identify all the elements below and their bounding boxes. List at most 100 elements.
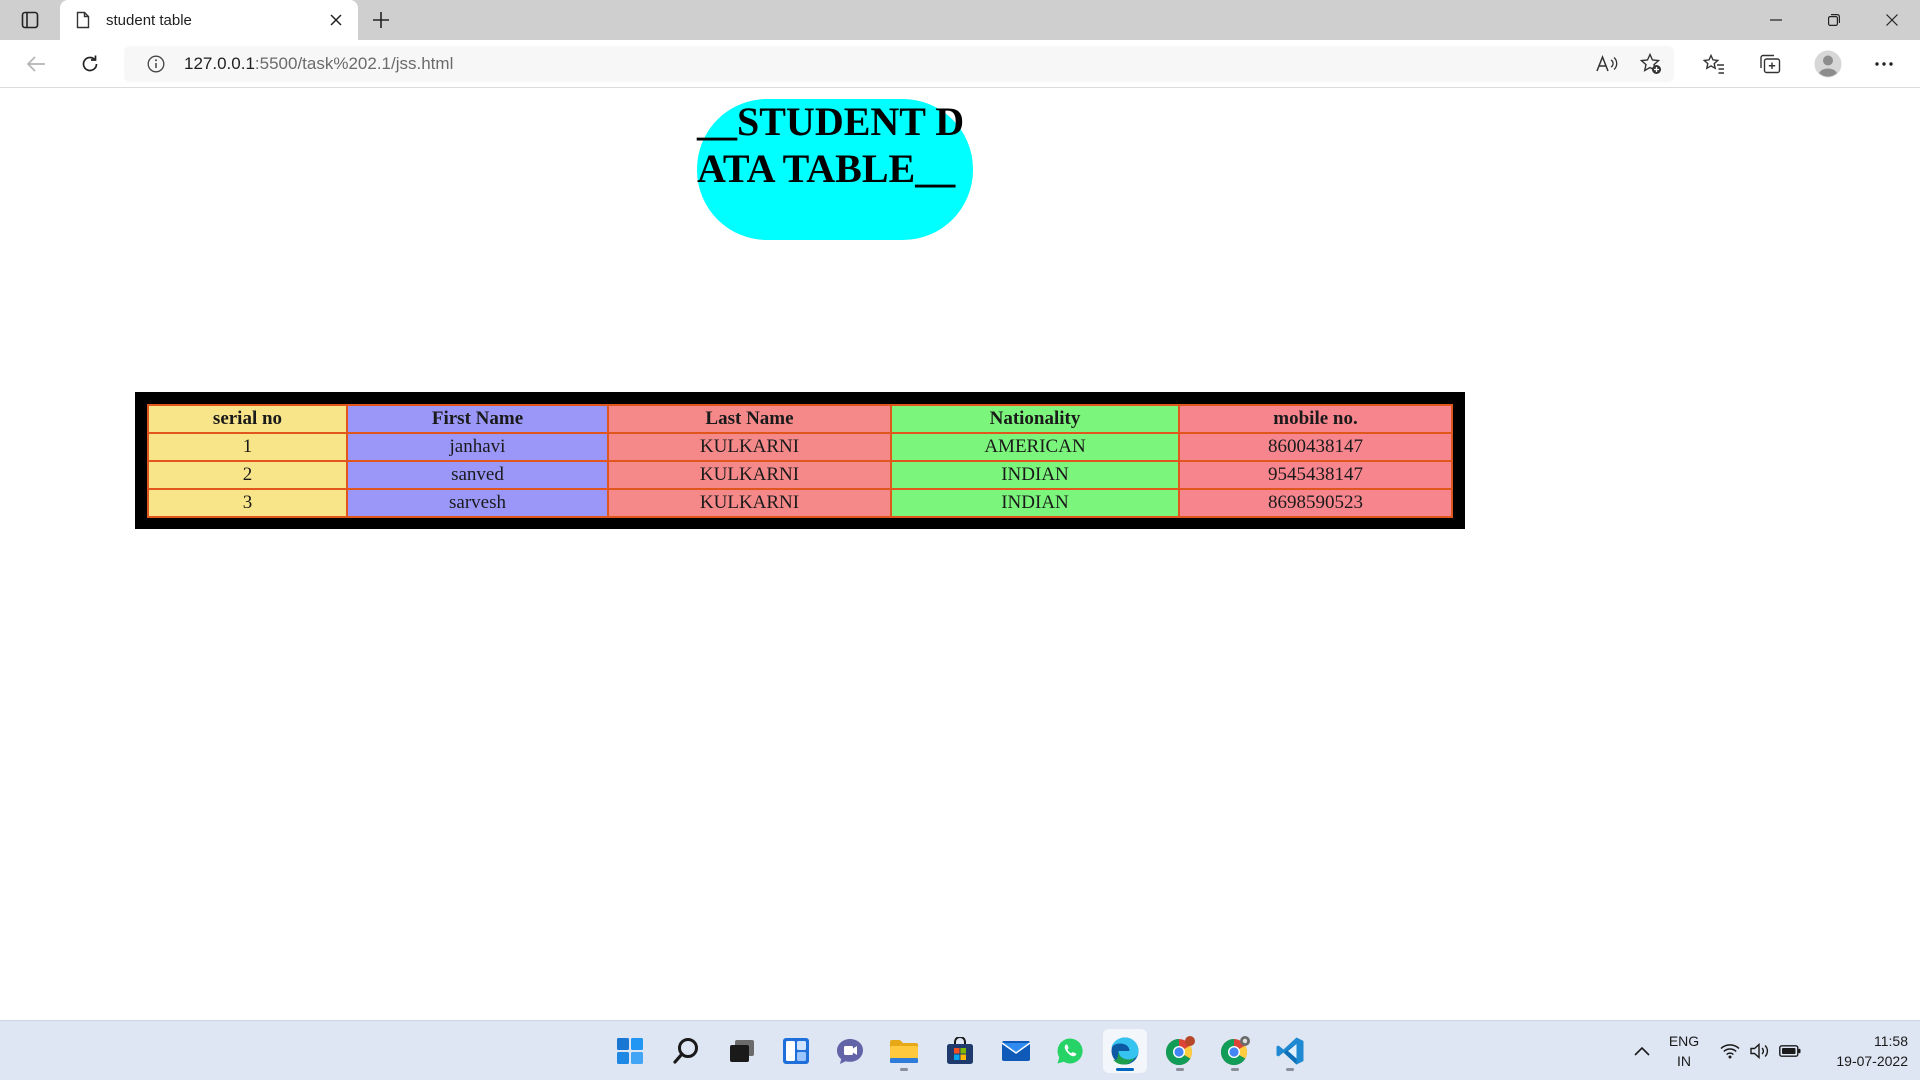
column-header: First Name (346, 404, 609, 434)
collections-button[interactable] (1752, 48, 1788, 80)
cell-mobile-no: 9545438147 (1178, 460, 1453, 490)
avatar-icon (1814, 50, 1842, 78)
speaker-icon (1750, 1043, 1769, 1059)
teams-chat-button[interactable] (828, 1029, 872, 1073)
microsoft-store-button[interactable] (938, 1029, 982, 1073)
back-button[interactable] (18, 48, 54, 80)
mail-icon (1001, 1041, 1031, 1061)
show-hidden-icons-button[interactable] (1628, 1021, 1656, 1080)
table-row: 3 sarvesh KULKARNI INDIAN 8698590523 (147, 488, 1453, 518)
refresh-icon (82, 55, 98, 72)
column-header: serial no (147, 404, 348, 434)
chrome-profile-icon (1220, 1036, 1250, 1066)
search-button[interactable] (664, 1029, 708, 1073)
widgets-button[interactable] (774, 1029, 818, 1073)
back-arrow-icon (26, 56, 45, 72)
profile-button[interactable] (1810, 48, 1846, 80)
cell-mobile-no: 8600438147 (1178, 432, 1453, 462)
table-row: 1 janhavi KULKARNI AMERICAN 8600438147 (147, 432, 1453, 462)
start-button[interactable] (608, 1029, 652, 1073)
cell-nationality: INDIAN (890, 488, 1180, 518)
file-explorer-button[interactable] (882, 1029, 926, 1073)
task-view-button[interactable] (720, 1029, 764, 1073)
browser-toolbar: 127.0.0.1:5500/task%202.1/jss.html (0, 40, 1920, 88)
close-window-button[interactable] (1864, 0, 1920, 40)
chrome-button[interactable] (1158, 1029, 1202, 1073)
favorites-button[interactable] (1696, 48, 1732, 80)
battery-status[interactable] (1776, 1021, 1804, 1080)
page-title: __STUDENT DATA TABLE__ (697, 99, 965, 191)
search-icon (673, 1038, 698, 1064)
battery-icon (1779, 1045, 1801, 1057)
minimize-button[interactable] (1748, 0, 1804, 40)
mail-button[interactable] (994, 1029, 1038, 1073)
whatsapp-icon (1057, 1038, 1083, 1064)
wifi-status[interactable] (1716, 1021, 1744, 1080)
taskbar: ENG IN 11:58 19-07-2022 (0, 1020, 1920, 1080)
chrome-profile-button[interactable] (1213, 1029, 1257, 1073)
plus-icon (373, 12, 389, 28)
region-code: IN (1677, 1053, 1691, 1069)
url-path: :5500/task%202.1/jss.html (254, 54, 454, 73)
page-icon (74, 10, 92, 30)
vscode-button[interactable] (1268, 1029, 1312, 1073)
clock-time: 11:58 (1874, 1033, 1908, 1049)
input-language-indicator[interactable]: ENG IN (1664, 1031, 1704, 1071)
teams-chat-icon (837, 1039, 863, 1064)
start-icon (617, 1038, 643, 1064)
chevron-up-icon (1634, 1046, 1650, 1056)
student-table: serial no First Name Last Name Nationali… (147, 404, 1453, 518)
running-indicator (900, 1068, 908, 1071)
close-icon (330, 14, 342, 26)
vscode-icon (1276, 1037, 1304, 1065)
cell-mobile-no: 8698590523 (1178, 488, 1453, 518)
chrome-icon (1165, 1036, 1195, 1066)
running-indicator (1286, 1068, 1294, 1071)
tab-actions-icon (21, 11, 39, 29)
edge-button[interactable] (1103, 1029, 1147, 1073)
info-icon[interactable] (146, 54, 166, 74)
cell-serial-no: 1 (147, 432, 348, 462)
refresh-button[interactable] (72, 48, 108, 80)
close-icon (1886, 14, 1898, 26)
url-host: 127.0.0.1 (184, 54, 255, 73)
widgets-icon (783, 1038, 809, 1064)
running-indicator (1231, 1068, 1239, 1071)
column-header: Last Name (607, 404, 892, 434)
wifi-icon (1720, 1044, 1740, 1059)
add-favorite-button[interactable] (1634, 48, 1668, 80)
table-row: 2 sanved KULKARNI INDIAN 9545438147 (147, 460, 1453, 490)
cell-last-name: KULKARNI (607, 488, 892, 518)
minimize-icon (1770, 19, 1782, 21)
settings-more-button[interactable] (1866, 48, 1902, 80)
cell-last-name: KULKARNI (607, 432, 892, 462)
cell-nationality: INDIAN (890, 460, 1180, 490)
table-header-row: serial no First Name Last Name Nationali… (147, 404, 1453, 434)
tab-close-button[interactable] (322, 6, 350, 34)
cell-serial-no: 3 (147, 488, 348, 518)
cell-first-name: sanved (346, 460, 609, 490)
student-table-frame: serial no First Name Last Name Nationali… (135, 392, 1465, 529)
cell-serial-no: 2 (147, 460, 348, 490)
collections-icon (1760, 54, 1781, 74)
whatsapp-button[interactable] (1048, 1029, 1092, 1073)
read-aloud-icon (1596, 55, 1618, 72)
active-tab[interactable]: student table (60, 0, 358, 40)
clock-date: 19-07-2022 (1836, 1053, 1908, 1069)
favorites-icon (1703, 54, 1724, 74)
cell-nationality: AMERICAN (890, 432, 1180, 462)
task-view-icon (730, 1040, 754, 1062)
tab-actions-button[interactable] (14, 6, 46, 34)
tab-title: student table (106, 11, 192, 29)
volume-status[interactable] (1746, 1021, 1774, 1080)
new-tab-button[interactable] (366, 6, 396, 34)
cell-first-name: janhavi (346, 432, 609, 462)
read-aloud-button[interactable] (1590, 48, 1624, 80)
language-code: ENG (1668, 1033, 1700, 1049)
file-explorer-icon (890, 1040, 918, 1063)
star-add-icon (1640, 53, 1661, 74)
restore-button[interactable] (1806, 0, 1862, 40)
cell-first-name: sarvesh (346, 488, 609, 518)
address-bar[interactable]: 127.0.0.1:5500/task%202.1/jss.html (124, 46, 1674, 82)
clock[interactable]: 11:58 19-07-2022 (1808, 1031, 1908, 1071)
